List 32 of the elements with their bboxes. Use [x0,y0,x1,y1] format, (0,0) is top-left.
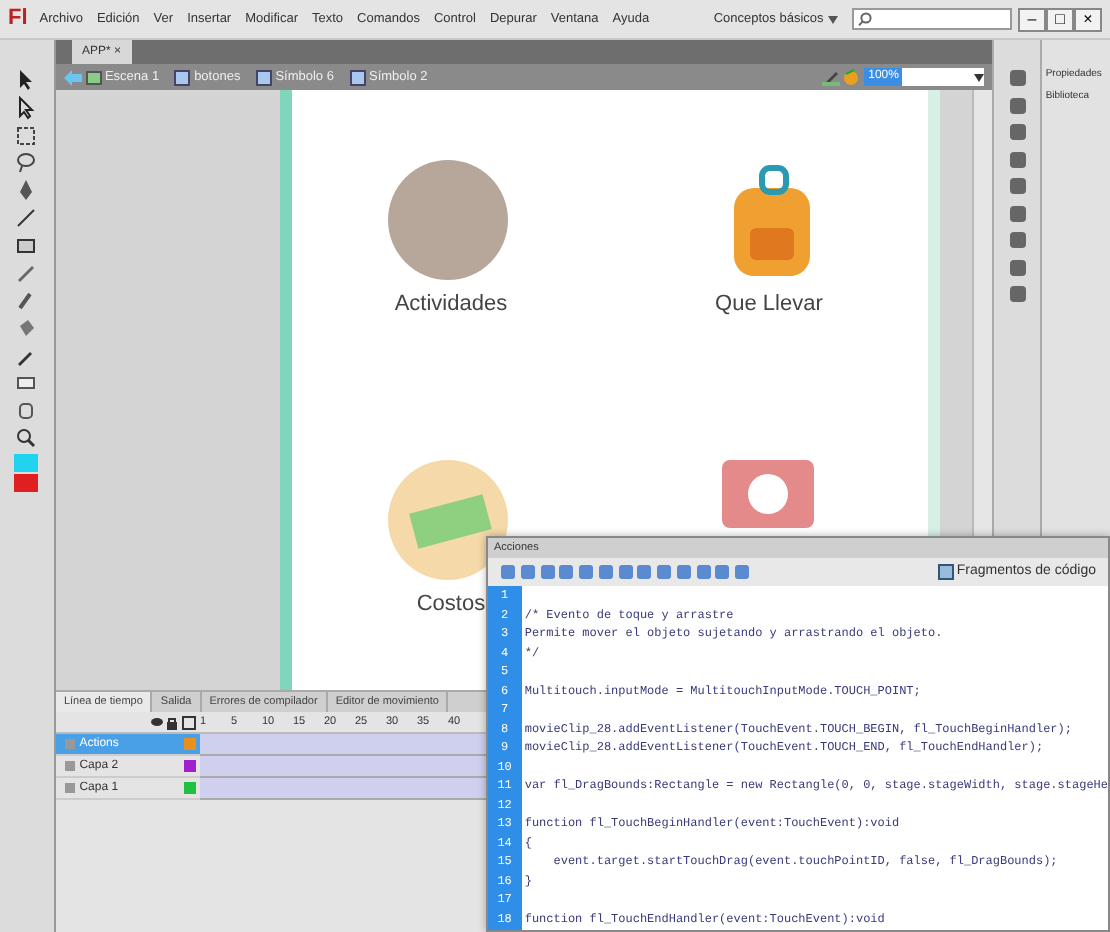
symbol-icon [349,69,366,85]
frame-track[interactable] [199,778,486,800]
fill-color-swatch[interactable] [14,474,39,493]
window-button[interactable]: □ [1046,7,1074,31]
symbol-icon [174,69,191,85]
symbol-icon [255,69,272,85]
stage-label: Que Llevar [715,289,823,320]
magnifier-icon[interactable] [14,425,39,450]
stroke-color-swatch[interactable] [14,453,39,471]
search-field[interactable] [851,8,1011,30]
lock-icon[interactable] [166,715,179,729]
window-button[interactable]: × [1074,7,1102,31]
eye-icon[interactable] [149,715,164,727]
rectangle-icon[interactable] [14,233,39,257]
outline-icon[interactable] [182,715,197,729]
transform-icon[interactable] [14,123,39,147]
arrow-icon[interactable] [14,95,39,120]
edit-symbol-icon[interactable] [821,68,840,86]
pencil-icon[interactable] [14,260,39,285]
snippet-icon[interactable] [937,564,954,580]
scene-icon [85,69,102,85]
line-icon[interactable] [14,205,39,230]
camera-drawing [722,459,815,528]
lasso-icon[interactable] [14,150,39,175]
frame-track[interactable] [199,756,486,778]
caret-icon [974,73,985,81]
stage-label: Actividades [394,289,508,320]
app-logo: Fl [8,4,28,35]
window-button[interactable]: – [1018,7,1046,31]
photo-placeholder [388,159,513,284]
stage-label: Costos [416,589,486,620]
caret-icon[interactable] [827,15,837,23]
